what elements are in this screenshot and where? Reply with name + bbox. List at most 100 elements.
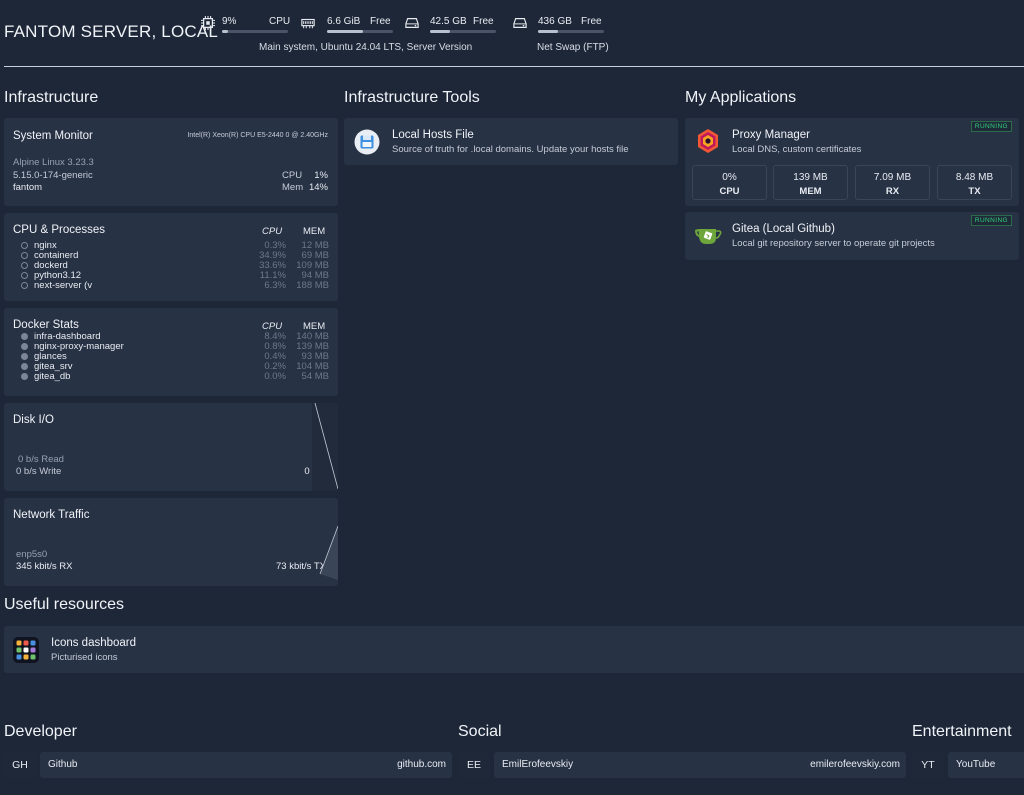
os-version: Alpine Linux 3.23.3 — [13, 157, 94, 168]
process-row: containerd 34.9% 69 MB — [21, 250, 331, 261]
network-interface: enp5s0 — [16, 549, 48, 560]
my-applications-title: My Applications — [685, 89, 797, 106]
status-dot-icon — [21, 272, 28, 279]
kernel-version: 5.15.0-174-generic — [13, 170, 93, 181]
system-monitor-title: System Monitor — [13, 130, 93, 142]
infrastructure-title: Infrastructure — [4, 89, 99, 106]
process-row: python3.12 11.1% 94 MB — [21, 270, 331, 281]
network-traffic-card[interactable]: Network Traffic enp5s0 345 kbit/s RX 73 … — [4, 498, 338, 586]
header-divider — [4, 66, 1024, 67]
proxy-rx-value: 7.09 MB — [873, 172, 912, 183]
local-hosts-file-card[interactable]: Local Hosts File Source of truth for .lo… — [344, 118, 678, 165]
cpu-usage-label: CPU — [282, 170, 303, 181]
memory-stat-bar — [327, 30, 393, 33]
cpu-stat-bar — [222, 30, 288, 33]
proxy-manager-icon — [698, 129, 718, 153]
disk-main-stat-bar — [430, 30, 496, 33]
system-monitor-card[interactable]: System Monitor Intel(R) Xeon(R) CPU E5-2… — [4, 118, 338, 206]
process-row: nginx 0.3% 12 MB — [21, 240, 331, 251]
network-rx-rate: 345 kbit/s RX — [16, 561, 73, 572]
disk-io-sparkline — [312, 403, 338, 491]
memory-stat: 6.6 GiB Free — [300, 14, 395, 38]
github-link-url: github.com — [397, 759, 446, 770]
disk-io-card[interactable]: Disk I/O 0 b/s Read 0 b/s Write 0 b/s — [4, 403, 338, 491]
cpu-usage-value: 1% — [314, 170, 328, 181]
cpu-model: Intel(R) Xeon(R) CPU E5-2440 0 @ 2.40GHz — [187, 132, 328, 139]
status-dot-icon — [21, 242, 28, 249]
status-dot-icon — [21, 373, 28, 380]
process-row: nginx-proxy-manager 0.8% 139 MB — [21, 341, 331, 352]
useful-resources-title: Useful resources — [4, 596, 125, 613]
mem-usage-value: 14% — [308, 182, 328, 193]
docker-stats-card[interactable]: Docker Stats CPU MEM infra-dashboard 8.4%… — [4, 308, 338, 396]
process-row: infra-dashboard 8.4% 140 MB — [21, 331, 331, 342]
cpu-column-header: CPU — [262, 226, 283, 237]
status-dot-icon — [21, 343, 28, 350]
github-link[interactable]: Github github.com — [40, 752, 452, 778]
process-name: next-server (v — [34, 280, 93, 291]
icons-grid-icon — [13, 637, 39, 663]
disk-main-stat-bar-fill — [430, 30, 450, 33]
memory-stat-value: 6.6 GiB — [327, 16, 361, 27]
emil-link-name: EmilErofeevskiy — [502, 759, 574, 770]
status-dot-icon — [21, 282, 28, 289]
status-dot-icon — [21, 353, 28, 360]
proxy-cpu-value: 0% — [722, 172, 737, 183]
process-row: glances 0.4% 93 MB — [21, 351, 331, 362]
entertainment-title: Entertainment — [912, 723, 1012, 740]
process-mem: 54 MB — [301, 371, 329, 382]
youtube-link[interactable]: YouTube — [948, 752, 1024, 778]
network-sparkline — [319, 525, 338, 580]
disk-swap-stat-bar — [538, 30, 604, 33]
cpu-stat-label: CPU — [269, 16, 291, 27]
youtube-abbr[interactable]: YT — [912, 752, 944, 778]
mem-column-header: MEM — [303, 226, 326, 237]
infrastructure-tools-title: Infrastructure Tools — [344, 89, 480, 106]
main-system-label: Main system, Ubuntu 24.04 LTS, Server Ve… — [259, 42, 473, 53]
status-dot-icon — [21, 363, 28, 370]
disk-io-title: Disk I/O — [13, 414, 54, 426]
emil-link[interactable]: EmilErofeevskiy emilerofeevskiy.com — [494, 752, 906, 778]
icons-dashboard-title: Icons dashboard — [51, 637, 137, 649]
status-dot-icon — [21, 262, 28, 269]
disk-swap-stat-label: Free — [581, 16, 602, 27]
proxy-cpu-label: CPU — [719, 186, 740, 197]
disk-main-stat-label: Free — [473, 16, 494, 27]
memory-ram-icon — [301, 18, 315, 29]
status-dot-icon — [21, 252, 28, 259]
gitea-card[interactable]: RUNNING Gitea (Local Github) Local git r… — [685, 212, 1019, 260]
process-mem: 188 MB — [296, 280, 329, 291]
proxy-mem-value: 139 MB — [793, 172, 828, 183]
process-row: gitea_db 0.0% 54 MB — [21, 371, 331, 382]
cpu-stat-value: 9% — [222, 16, 237, 27]
proxy-tx-value: 8.48 MB — [955, 172, 994, 183]
cpu-processes-card[interactable]: CPU & Processes CPU MEM nginx 0.3% 12 MB co… — [4, 213, 338, 301]
icons-dashboard-card[interactable]: Icons dashboard Picturised icons — [4, 626, 1024, 673]
github-link-name: Github — [48, 759, 78, 770]
process-cpu: 0.0% — [264, 371, 286, 382]
proxy-mem-label: MEM — [799, 186, 822, 197]
proxy-manager-title: Proxy Manager — [732, 129, 810, 141]
memory-stat-bar-fill — [327, 30, 364, 33]
proxy-mem-metric: 139 MB MEM — [773, 165, 848, 200]
status-dot-icon — [21, 333, 28, 340]
gitea-title: Gitea (Local Github) — [732, 223, 835, 235]
cpu-processes-title: CPU & Processes — [13, 224, 106, 236]
emil-abbr[interactable]: EE — [458, 752, 490, 778]
net-swap-label: Net Swap (FTP) — [537, 42, 609, 53]
hard-drive-icon — [405, 18, 419, 28]
proxy-rx-label: RX — [885, 186, 900, 197]
docker-stats-title: Docker Stats — [13, 319, 79, 331]
hostname: fantom — [13, 182, 43, 193]
proxy-tx-metric: 8.48 MB TX — [937, 165, 1012, 200]
developer-title: Developer — [4, 723, 77, 740]
disk-swap-stat-value: 436 GB — [538, 16, 572, 27]
process-cpu: 6.3% — [264, 280, 286, 291]
process-row: gitea_srv 0.2% 104 MB — [21, 361, 331, 372]
disk-main-stat: 42.5 GB Free — [404, 14, 499, 38]
disk-main-stat-value: 42.5 GB — [430, 16, 467, 27]
local-hosts-file-description: Source of truth for .local domains. Upda… — [392, 144, 629, 155]
disk-read-rate: 0 b/s Read — [18, 454, 64, 465]
github-abbr[interactable]: GH — [4, 752, 36, 778]
proxy-cpu-metric: 0% CPU — [692, 165, 767, 200]
